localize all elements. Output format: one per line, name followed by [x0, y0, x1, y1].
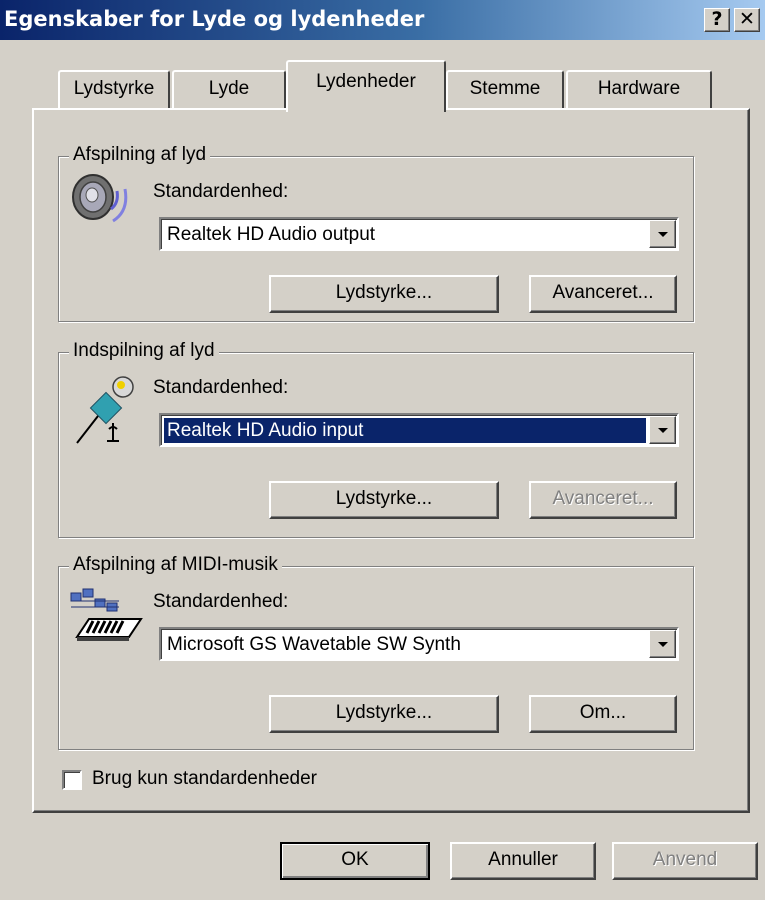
tab-hardware[interactable]: Hardware — [566, 70, 712, 110]
recording-device-select[interactable]: Realtek HD Audio input — [159, 413, 679, 447]
button-label: Annuller — [488, 849, 558, 870]
tab-lydenheder[interactable]: Lydenheder — [286, 60, 446, 112]
cancel-button[interactable]: Annuller — [450, 842, 596, 880]
standard-device-label: Standardenhed: — [153, 591, 289, 612]
button-label: Lydstyrke... — [335, 702, 433, 723]
midi-volume-button[interactable]: Lydstyrke... — [269, 695, 499, 733]
midi-about-button[interactable]: Om... — [529, 695, 677, 733]
tab-label: Lydenheder — [316, 71, 416, 92]
close-button[interactable]: ✕ — [734, 8, 760, 32]
recording-volume-button[interactable]: Lydstyrke... — [269, 481, 499, 519]
playback-device-select[interactable]: Realtek HD Audio output — [159, 217, 679, 251]
playback-advanced-button[interactable]: Avanceret... — [529, 275, 677, 313]
standard-device-label: Standardenhed: — [153, 181, 289, 202]
button-label: Avanceret... — [552, 282, 654, 303]
group-label: Afspilning af MIDI-musik — [69, 554, 282, 576]
ok-button[interactable]: OK — [280, 842, 430, 880]
recording-advanced-button[interactable]: Avanceret... — [529, 481, 677, 519]
tab-label: Lyde — [208, 78, 250, 99]
button-label: OK — [341, 849, 369, 870]
tab-label: Hardware — [597, 78, 681, 99]
apply-button[interactable]: Anvend — [612, 842, 758, 880]
button-label: Lydstyrke... — [335, 488, 433, 509]
button-label: Avanceret... — [552, 488, 654, 509]
playback-volume-button[interactable]: Lydstyrke... — [269, 275, 499, 313]
chevron-down-icon[interactable] — [649, 630, 676, 658]
help-icon: ? — [711, 8, 723, 30]
button-label: Anvend — [652, 849, 718, 870]
close-icon: ✕ — [739, 8, 755, 30]
tab-label: Lydstyrke — [73, 78, 155, 99]
only-default-devices-label[interactable]: Brug kun standardenheder — [92, 768, 317, 790]
selected-value: Realtek HD Audio input — [164, 418, 646, 443]
tab-lydstyrke[interactable]: Lydstyrke — [58, 70, 170, 110]
speaker-icon — [72, 174, 128, 223]
midi-device-select[interactable]: Microsoft GS Wavetable SW Synth — [159, 627, 679, 661]
recording-group: Indspilning af lyd Standardenhed: Realte… — [58, 340, 694, 538]
button-label: Om... — [579, 702, 627, 723]
window-title: Egenskaber for Lyde og lydenheder — [4, 7, 425, 31]
selected-value: Microsoft GS Wavetable SW Synth — [167, 634, 461, 655]
tab-stemme[interactable]: Stemme — [446, 70, 564, 110]
group-label: Afspilning af lyd — [69, 144, 211, 166]
help-button[interactable]: ? — [704, 8, 730, 32]
playback-group: Afspilning af lyd Standardenhed: Realtek… — [58, 144, 694, 322]
group-label: Indspilning af lyd — [69, 340, 219, 362]
title-bar[interactable]: Egenskaber for Lyde og lydenheder ? ✕ — [0, 0, 765, 40]
only-default-devices-checkbox[interactable] — [62, 770, 82, 790]
midi-keyboard-icon — [70, 588, 143, 641]
tab-label: Stemme — [469, 78, 541, 99]
chevron-down-icon[interactable] — [649, 220, 676, 248]
chevron-down-icon[interactable] — [649, 416, 676, 444]
selected-value: Realtek HD Audio output — [167, 224, 376, 245]
midi-group: Afspilning af MIDI-musik Standardenhed: … — [58, 554, 694, 750]
standard-device-label: Standardenhed: — [153, 377, 289, 398]
button-label: Lydstyrke... — [335, 282, 433, 303]
tab-lyde[interactable]: Lyde — [172, 70, 286, 110]
microphone-icon — [76, 376, 134, 444]
